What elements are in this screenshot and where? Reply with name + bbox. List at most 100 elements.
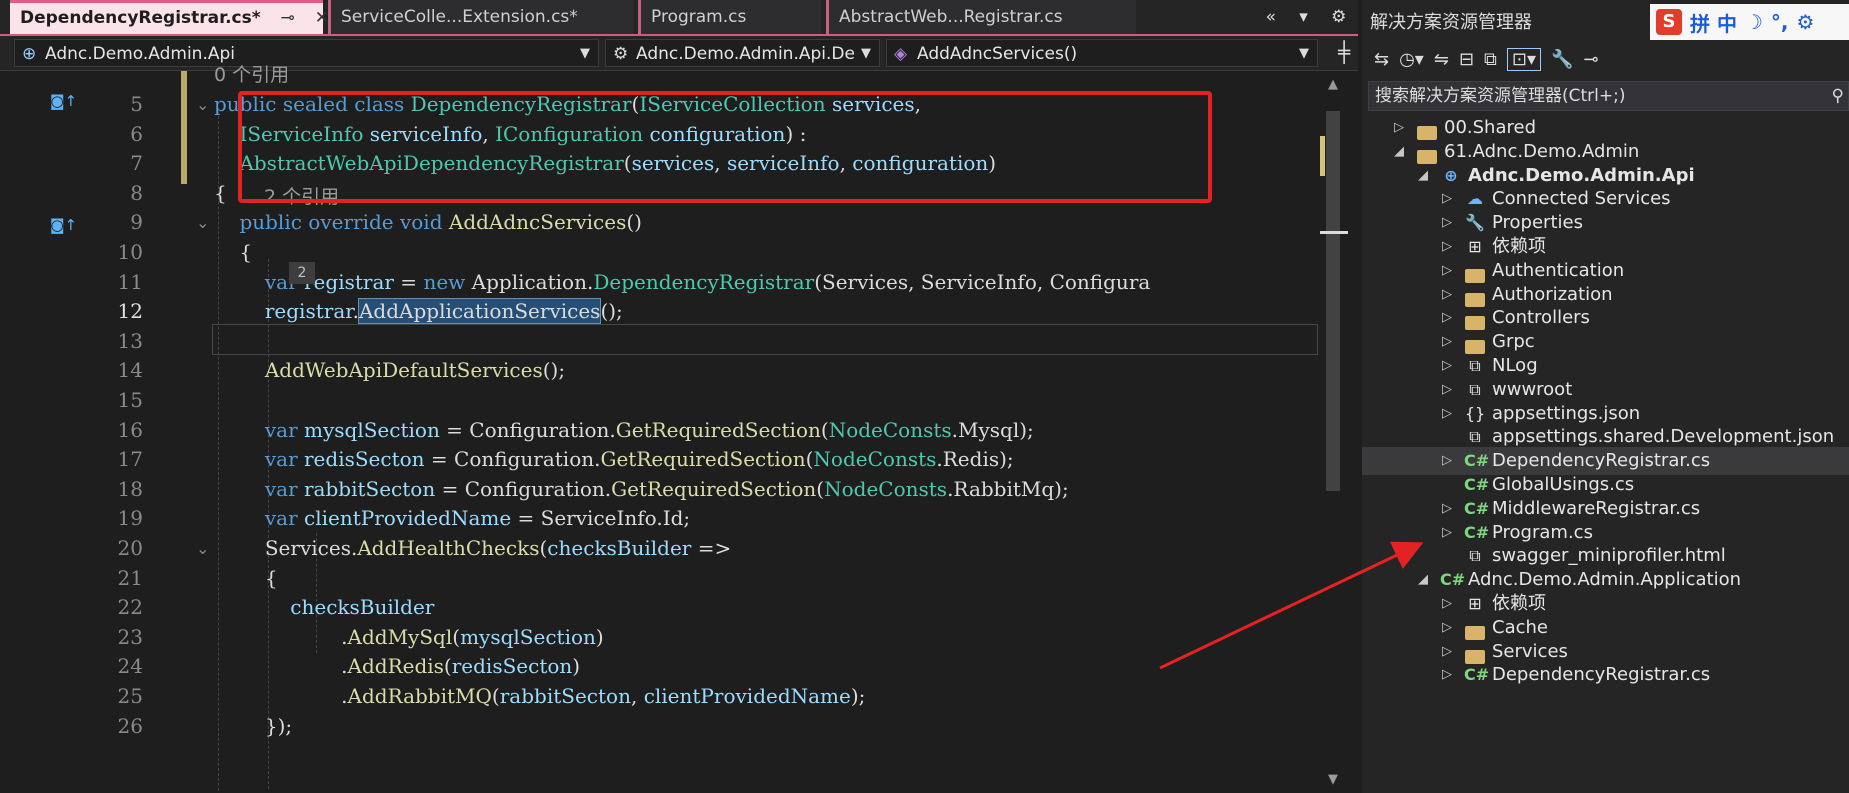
line-number: 21 [117,565,143,590]
show-all-files-icon[interactable]: ⧉ [1484,49,1497,70]
tab-dropdown-icon[interactable]: ▾ [1299,7,1308,27]
code-line[interactable]: 19 var clientProvidedName = ServiceInfo.… [0,504,1320,534]
line-number: 5 [130,92,143,116]
solution-explorer-title: 解决方案资源管理器 [1370,12,1532,33]
tab-dependency-registrar[interactable]: DependencyRegistrar.cs* ⊸ ✕ [10,0,329,34]
code-line[interactable]: 25 .AddRabbitMQ(rabbitSecton, clientProv… [0,682,1320,712]
line-number: 10 [117,240,143,264]
caret-position-marker [1320,231,1348,234]
code-token: (); [542,358,566,383]
code-editor: DependencyRegistrar.cs* ⊸ ✕ ServiceColle… [0,0,1358,793]
code-token: = Configuration. [424,447,601,472]
line-number: 15 [117,388,143,412]
fold-toggle-icon[interactable]: ⌄ [196,90,209,120]
code-text: registrar.AddApplicationServices(); [214,297,623,327]
tab-program[interactable]: Program.cs [638,0,821,34]
code-line[interactable]: 22 checksBuilder [0,593,1320,623]
code-text: checksBuilder [214,593,434,623]
code-line[interactable]: 9 ⌄ public override void AddAdncServices(… [0,208,1320,238]
project-selector[interactable]: ⊕ Adnc.Demo.Admin.Api ▼ [14,39,599,67]
gear-icon[interactable]: ⚙ [1331,7,1346,27]
punctuation-icon[interactable]: °, [1771,10,1789,34]
switch-views-icon[interactable]: ⇆ [1374,49,1389,70]
code-line[interactable]: 24 .AddRedis(redisSecton) [0,652,1320,682]
inline-parameter-hint: 2 [289,262,315,284]
code-token: (); [600,299,623,324]
ime-mode-label[interactable]: 拼 中 [1690,8,1737,37]
line-number: 8 [130,180,143,205]
code-token: redisSecton [451,654,573,679]
tab-label: Program.cs [651,7,747,27]
solution-explorer: 解决方案资源管理器 ⇆ ◷▾ ⇋ ⊟ ⧉ ⊡▾ 🔧 ⊸ 搜索解决方案资源管理器(… [1362,0,1849,793]
line-number: 24 [117,654,143,679]
collapse-all-icon[interactable]: ⊟ [1459,49,1474,70]
close-icon[interactable]: ✕ [315,8,329,28]
ime-settings-icon[interactable]: ⚙ [1797,10,1815,34]
tab-overflow-controls: « ▾ ⚙ [1254,0,1358,34]
code-line[interactable]: 21 { [0,564,1320,594]
scroll-down-icon[interactable]: ▼ [1328,772,1338,787]
tree-item-label: DependencyRegistrar.cs [1492,664,1711,686]
tab-abstract-web-registrar[interactable]: AbstractWeb...Registrar.cs [826,0,1136,34]
code-text: .AddRedis(redisSecton) [214,652,580,682]
moon-icon[interactable]: ☽ [1745,10,1763,34]
pin-icon[interactable]: ⊸ [1583,49,1598,70]
preview-selected-icon[interactable]: ⊡▾ [1506,47,1542,71]
codelens-references[interactable]: 0 个引用 [214,61,289,90]
member-selector[interactable]: ◈ AddAdncServices() ▼ [886,39,1318,67]
type-selector[interactable]: ⚙ Adnc.Demo.Admin.Api.De ▼ [605,39,880,67]
properties-icon[interactable]: 🔧 [1551,49,1573,70]
code-line[interactable]: 17 var redisSecton = Configuration.GetRe… [0,445,1320,475]
code-token: ( [443,654,452,679]
code-token: = Configuration. [435,476,612,501]
search-icon[interactable]: ⚲ [1832,82,1844,110]
code-token: AddRedis [347,654,444,679]
code-text: .AddMySql(mysqlSection) [214,623,604,653]
expand-chevron-icon[interactable]: ▷ [1442,661,1456,689]
code-token: . [214,684,348,708]
code-line[interactable]: 26 }); [0,712,1320,742]
code-token: checksBuilder [290,595,435,620]
tab-service-collection-extension[interactable]: ServiceColle...Extension.cs* [328,0,633,34]
code-token: NodeConsts [813,447,937,472]
scroll-up-icon[interactable]: ▲ [1328,77,1338,92]
code-line[interactable]: 13 [0,327,1320,357]
tree-item[interactable]: ▷ C# DependencyRegistrar.cs [1362,661,1849,689]
chevron-down-icon: ▼ [861,46,871,61]
code-line[interactable]: 18 var rabbitSecton = Configuration.GetR… [0,475,1320,505]
code-line[interactable]: 16 var mysqlSection = Configuration.GetR… [0,416,1320,446]
split-editor-icon[interactable]: ╪ [1338,40,1350,64]
editor-vertical-scrollbar[interactable]: ▲ ▼ [1320,71,1348,793]
scrollbar-thumb[interactable] [1326,111,1340,491]
code-token: clientProvidedName [643,684,851,708]
code-token: .Redis); [936,447,1014,472]
line-number: 13 [117,328,143,353]
code-line[interactable]: 11 var registrar = new Application.Depen… [0,268,1320,298]
fold-toggle-icon[interactable]: ⌄ [196,208,209,238]
tab-label: DependencyRegistrar.cs* [20,8,261,28]
code-text: .AddRabbitMQ(rabbitSecton, clientProvide… [214,682,865,712]
solution-search-input[interactable]: 搜索解决方案资源管理器(Ctrl+;) ⚲ [1368,81,1849,111]
pin-icon[interactable]: ⊸ [281,8,295,28]
code-text: { [214,564,278,594]
code-token: () [626,210,642,235]
history-icon[interactable]: ◷▾ [1399,49,1424,70]
code-token: ) [595,624,604,649]
code-line[interactable]: 15 [0,386,1320,416]
sync-icon[interactable]: ⇋ [1434,49,1449,70]
code-line[interactable]: 14 AddWebApiDefaultServices(); [0,356,1320,386]
code-token: ( [820,417,829,442]
code-token: clientProvidedName [304,506,512,531]
code-line[interactable]: 12 registrar.AddApplicationServices(); [0,297,1320,327]
code-token: = Configuration. [439,417,616,442]
code-token: => [691,536,732,560]
fold-toggle-icon[interactable]: ⌄ [196,534,209,564]
code-token: ( [816,476,825,501]
scroll-tabs-left-icon[interactable]: « [1266,7,1276,27]
code-line[interactable]: 10 { [0,238,1320,268]
code-line[interactable]: 23 .AddMySql(mysqlSection) [0,623,1320,653]
code-line[interactable]: 20 ⌄ Services.AddHealthChecks(checksBuild… [0,534,1320,564]
